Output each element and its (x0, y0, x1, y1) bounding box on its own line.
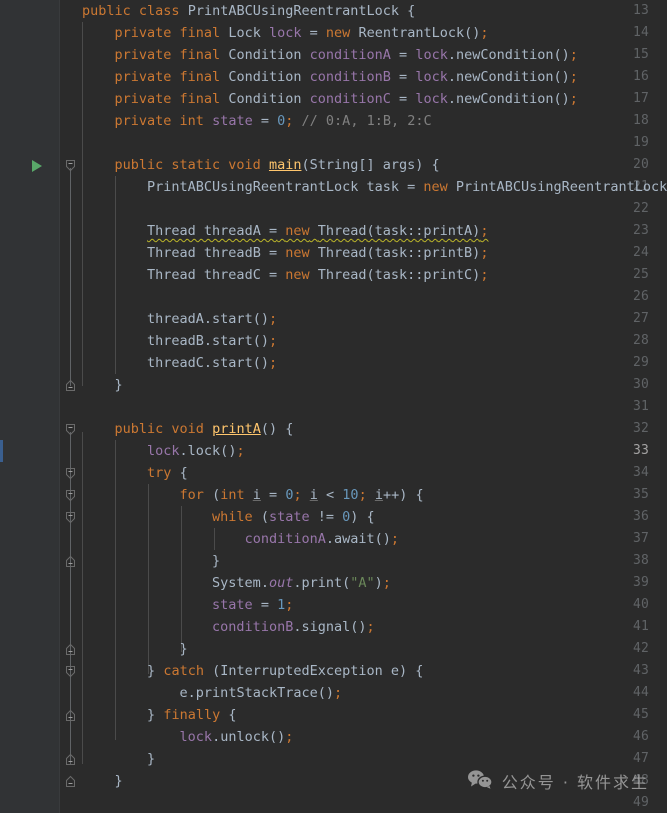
code-line[interactable]: System.out.print("A"); (82, 572, 391, 594)
fold-collapse-icon[interactable] (64, 753, 77, 766)
code-line[interactable] (82, 198, 90, 220)
code-line[interactable]: } finally { (82, 704, 236, 726)
code-line[interactable]: PrintABCUsingReentrantLock task = new Pr… (82, 176, 667, 198)
run-arrow-icon[interactable] (31, 158, 43, 172)
code-line[interactable]: for (int i = 0; i < 10; i++) { (82, 484, 424, 506)
code-line[interactable]: } (82, 748, 155, 770)
code-line[interactable]: private final Condition conditionA = loc… (82, 44, 578, 66)
code-line[interactable]: conditionA.await(); (82, 528, 399, 550)
code-line[interactable]: Thread threadA = new Thread(task::printA… (82, 220, 488, 242)
fold-collapse-icon[interactable] (64, 379, 77, 392)
fold-collapse-icon[interactable] (64, 511, 77, 524)
fold-collapse-icon[interactable] (64, 665, 77, 678)
fold-collapse-icon[interactable] (64, 643, 77, 656)
code-line[interactable]: private int state = 0; // 0:A, 1:B, 2:C (82, 110, 432, 132)
code-line[interactable] (82, 396, 90, 418)
code-line[interactable]: Thread threadB = new Thread(task::printB… (82, 242, 488, 264)
fold-collapse-icon[interactable] (64, 423, 77, 436)
code-line[interactable]: public class PrintABCUsingReentrantLock … (82, 0, 415, 22)
code-line[interactable]: private final Condition conditionB = loc… (82, 66, 578, 88)
code-line[interactable]: } (82, 770, 123, 792)
code-line[interactable]: conditionB.signal(); (82, 616, 375, 638)
code-line[interactable] (82, 792, 90, 813)
fold-region-line (70, 168, 71, 386)
code-editor[interactable]: 13 14 15 16 17 18 19 20 21 22 23 24 25 2… (0, 0, 667, 813)
code-line[interactable]: lock.lock(); (82, 440, 245, 462)
code-surface[interactable]: public class PrintABCUsingReentrantLock … (82, 0, 667, 813)
fold-collapse-icon[interactable] (64, 709, 77, 722)
fold-strip[interactable] (60, 0, 82, 813)
code-line[interactable]: Thread threadC = new Thread(task::printC… (82, 264, 488, 286)
code-line[interactable]: private final Condition conditionC = loc… (82, 88, 578, 110)
code-line[interactable]: state = 1; (82, 594, 293, 616)
fold-collapse-icon[interactable] (64, 159, 77, 172)
code-line[interactable]: while (state != 0) { (82, 506, 375, 528)
code-line[interactable]: } (82, 638, 188, 660)
code-line[interactable]: private final Lock lock = new ReentrantL… (82, 22, 489, 44)
fold-collapse-icon[interactable] (64, 555, 77, 568)
code-line[interactable] (82, 286, 90, 308)
code-line[interactable]: public void printA() { (82, 418, 294, 440)
fold-collapse-icon[interactable] (64, 467, 77, 480)
code-line[interactable]: threadC.start(); (82, 352, 277, 374)
code-line[interactable]: threadA.start(); (82, 308, 277, 330)
code-line[interactable]: } (82, 550, 220, 572)
code-line[interactable]: try { (82, 462, 188, 484)
fold-collapse-icon[interactable] (64, 775, 77, 788)
code-line[interactable]: threadB.start(); (82, 330, 277, 352)
watermark-text: 公众号 · 软件求生 (501, 773, 649, 792)
wechat-icon (467, 769, 493, 793)
code-line[interactable]: } catch (InterruptedException e) { (82, 660, 423, 682)
watermark: 公众号 · 软件求生 (467, 769, 649, 793)
fold-collapse-icon[interactable] (64, 489, 77, 502)
code-line[interactable]: e.printStackTrace(); (82, 682, 343, 704)
code-line[interactable] (82, 132, 90, 154)
caret-row-marker (0, 440, 3, 462)
code-line[interactable]: public static void main(String[] args) { (82, 154, 440, 176)
code-line[interactable]: lock.unlock(); (82, 726, 294, 748)
code-line[interactable]: } (82, 374, 123, 396)
editor-gutter[interactable] (0, 0, 60, 813)
